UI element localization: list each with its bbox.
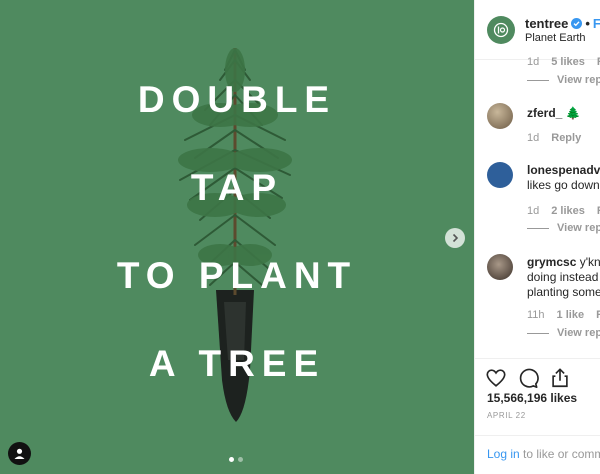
verified-badge-icon <box>571 18 583 29</box>
username-link[interactable]: tentree <box>525 16 568 31</box>
headline-line: TAP <box>190 167 284 208</box>
comment-time[interactable]: 11h <box>527 309 545 321</box>
headline-line: A TREE <box>148 343 326 384</box>
comment-text: lonespenadv <box>527 163 600 178</box>
login-prompt-text: to like or comm <box>519 447 600 461</box>
comment-text-line: doing instead o <box>527 270 600 284</box>
post-date[interactable]: APRIL 22 <box>487 411 526 420</box>
divider <box>527 79 549 81</box>
comment-text: zferd_ 🌲 <box>527 106 581 121</box>
comment-time[interactable]: 1d <box>527 56 539 68</box>
location-link[interactable]: Planet Earth <box>525 32 586 44</box>
carousel-next-button[interactable] <box>445 228 465 248</box>
post-header: tentree • Fo Planet Earth <box>475 0 600 60</box>
avatar[interactable] <box>487 103 513 129</box>
reply-button[interactable]: Reply <box>551 132 581 144</box>
comment-meta: 1d 2 likes R <box>527 205 600 217</box>
avatar[interactable] <box>487 16 515 44</box>
view-replies-button[interactable]: View repl <box>527 222 600 234</box>
comment-meta: 11h 1 like R <box>527 309 600 321</box>
post-headline: DOUBLE TAP TO PLANT A TREE <box>0 70 474 422</box>
avatar[interactable] <box>487 254 513 280</box>
header-username-row: tentree • Fo <box>525 16 600 31</box>
view-replies-label: View repl <box>557 327 600 339</box>
carousel-dot-active <box>229 457 234 462</box>
comment-time[interactable]: 1d <box>527 205 539 217</box>
comment-meta: 1d Reply <box>527 132 581 144</box>
tree-emoji: 🌲 <box>565 106 581 120</box>
login-prompt: Log in to like or comm <box>487 447 600 461</box>
comment-username[interactable]: lonespenadv <box>527 163 600 177</box>
reply-button[interactable]: R <box>596 309 600 321</box>
post-image[interactable]: DOUBLE TAP TO PLANT A TREE <box>0 0 474 474</box>
comment-button[interactable] <box>517 367 539 389</box>
login-prompt-bar: Log in to like or comm <box>475 435 600 474</box>
divider <box>527 227 549 229</box>
comment-likes[interactable]: 5 likes <box>551 56 585 68</box>
carousel-indicator <box>229 457 243 462</box>
headline-line: DOUBLE <box>137 79 337 120</box>
comment-text-line: likes go down. <box>527 178 600 192</box>
chevron-right-icon <box>452 233 459 243</box>
post-sidebar: tentree • Fo Planet Earth 1d 5 likes Re … <box>474 0 600 474</box>
comment-text-line: y'kno <box>579 255 600 269</box>
divider <box>527 332 549 334</box>
comment-text: grymcsc y'kno <box>527 255 600 270</box>
login-link[interactable]: Log in <box>487 447 520 461</box>
comment-bubble-icon <box>519 368 539 388</box>
post-actions: 15,566,196 likes APRIL 22 Log in to like… <box>475 358 600 474</box>
view-replies-button[interactable]: View repl <box>527 327 600 339</box>
view-replies-label: View repl <box>557 222 600 234</box>
view-replies-label: View repl <box>557 74 600 86</box>
comment-likes[interactable]: 2 likes <box>551 205 585 217</box>
like-button[interactable] <box>485 367 507 389</box>
comment-likes[interactable]: 1 like <box>557 309 585 321</box>
view-replies-button[interactable]: View repl <box>527 74 600 86</box>
comment-meta: 1d 5 likes Re <box>527 56 600 68</box>
share-icon <box>552 368 568 388</box>
comment-username[interactable]: grymcsc <box>527 255 576 269</box>
share-button[interactable] <box>549 367 571 389</box>
heart-icon <box>486 369 506 387</box>
headline-line: TO PLANT <box>116 255 358 296</box>
comment-time[interactable]: 1d <box>527 132 539 144</box>
tentree-logo-icon <box>493 22 509 38</box>
tagged-users-button[interactable] <box>8 442 31 465</box>
comment-username[interactable]: zferd_ <box>527 106 562 120</box>
user-icon <box>14 448 25 459</box>
likes-count[interactable]: 15,566,196 likes <box>487 391 577 405</box>
avatar[interactable] <box>487 162 513 188</box>
follow-button[interactable]: Fo <box>593 16 600 31</box>
comment-text-line: planting some <box>527 285 600 299</box>
separator-dot: • <box>585 16 590 31</box>
carousel-dot <box>238 457 243 462</box>
